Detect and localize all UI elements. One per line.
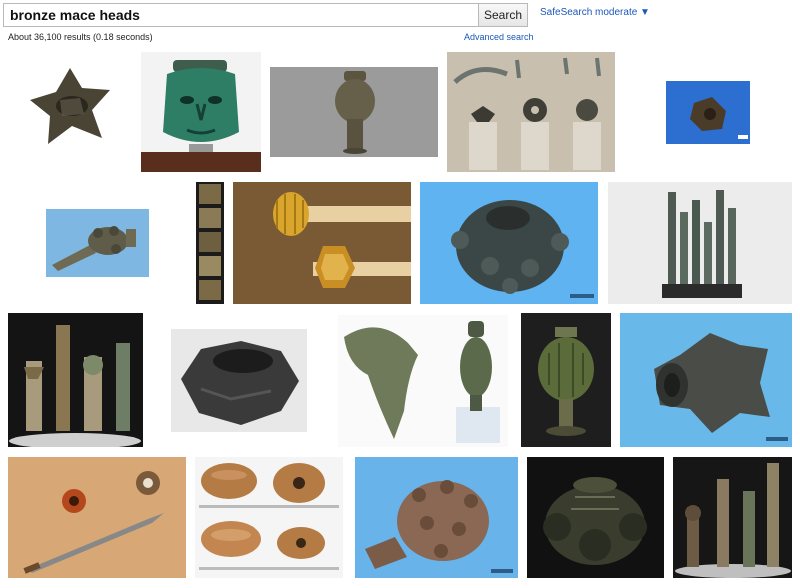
result-stats: About 36,100 results (0.18 seconds) xyxy=(8,32,153,42)
image-result[interactable] xyxy=(527,457,664,578)
image-result[interactable] xyxy=(620,313,792,447)
image-result[interactable] xyxy=(355,457,518,578)
image-result[interactable] xyxy=(447,52,615,172)
image-result[interactable] xyxy=(338,315,508,447)
image-result[interactable] xyxy=(141,52,261,172)
search-button[interactable]: Search xyxy=(478,3,528,27)
search-box[interactable] xyxy=(3,3,478,27)
image-result[interactable] xyxy=(608,182,792,304)
image-result[interactable] xyxy=(233,182,411,304)
image-result[interactable] xyxy=(171,329,307,432)
advanced-search-link[interactable]: Advanced search xyxy=(464,32,534,42)
image-result[interactable] xyxy=(46,209,149,277)
image-result[interactable] xyxy=(195,457,343,578)
image-result[interactable] xyxy=(420,182,598,304)
image-result[interactable] xyxy=(8,457,186,578)
image-result[interactable] xyxy=(8,313,143,447)
image-result[interactable] xyxy=(666,81,750,144)
image-result[interactable] xyxy=(270,67,438,157)
image-result[interactable] xyxy=(196,182,224,304)
image-result[interactable] xyxy=(521,313,611,447)
safesearch-dropdown[interactable]: SafeSearch moderate ▼ xyxy=(540,7,650,18)
search-input[interactable] xyxy=(4,4,478,26)
image-result[interactable] xyxy=(20,60,120,158)
image-result[interactable] xyxy=(673,457,792,578)
